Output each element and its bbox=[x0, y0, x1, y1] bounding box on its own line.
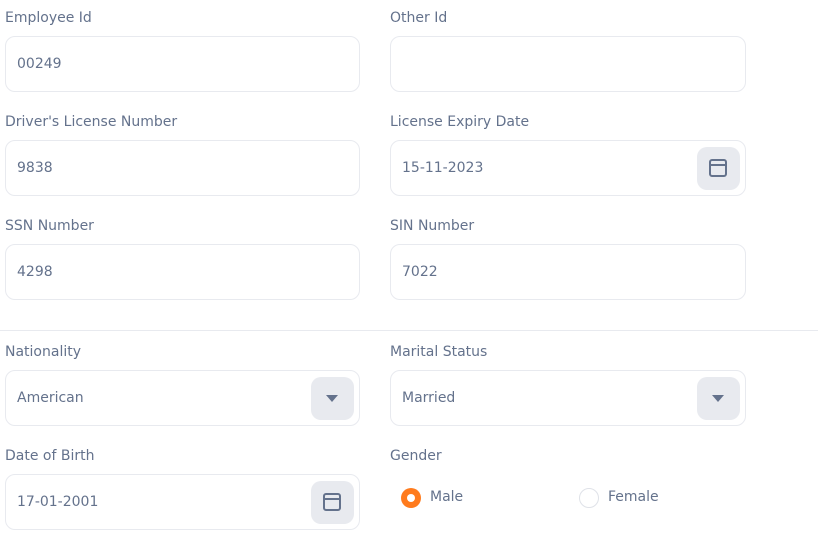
other-id-label: Other Id bbox=[390, 10, 448, 26]
other-id-field[interactable] bbox=[390, 36, 746, 92]
ssn-label: SSN Number bbox=[5, 218, 94, 234]
marital-status-select[interactable]: Married bbox=[390, 370, 746, 426]
marital-status-dropdown-button[interactable] bbox=[697, 377, 740, 420]
sin-field[interactable]: 7022 bbox=[390, 244, 746, 300]
license-expiry-date-picker-button[interactable] bbox=[697, 147, 740, 190]
date-of-birth-label: Date of Birth bbox=[5, 448, 95, 464]
ssn-field[interactable]: 4298 bbox=[5, 244, 360, 300]
drivers-license-label: Driver's License Number bbox=[5, 114, 178, 130]
ssn-value: 4298 bbox=[17, 264, 53, 280]
date-of-birth-value: 17-01-2001 bbox=[17, 494, 99, 510]
sin-label: SIN Number bbox=[390, 218, 475, 234]
gender-male-label[interactable]: Male bbox=[430, 487, 463, 507]
date-of-birth-field[interactable]: 17-01-2001 bbox=[5, 474, 360, 530]
drivers-license-field[interactable]: 9838 bbox=[5, 140, 360, 196]
date-of-birth-date-picker-button[interactable] bbox=[311, 481, 354, 524]
license-expiry-field[interactable]: 15-11-2023 bbox=[390, 140, 746, 196]
employee-id-field[interactable]: 00249 bbox=[5, 36, 360, 92]
gender-female-label[interactable]: Female bbox=[608, 487, 659, 507]
drivers-license-value: 9838 bbox=[17, 160, 53, 176]
license-expiry-value: 15-11-2023 bbox=[402, 160, 484, 176]
marital-status-value: Married bbox=[402, 390, 456, 406]
calendar-icon bbox=[709, 159, 727, 177]
caret-down-icon bbox=[712, 395, 724, 402]
calendar-icon bbox=[323, 493, 341, 511]
license-expiry-label: License Expiry Date bbox=[390, 114, 530, 130]
sin-value: 7022 bbox=[402, 264, 438, 280]
marital-status-label: Marital Status bbox=[390, 344, 488, 360]
employee-id-value: 00249 bbox=[17, 56, 62, 72]
gender-female-radio[interactable] bbox=[579, 488, 599, 508]
caret-down-icon bbox=[326, 395, 338, 402]
gender-label: Gender bbox=[390, 448, 442, 464]
section-divider bbox=[0, 330, 818, 331]
nationality-label: Nationality bbox=[5, 344, 82, 360]
nationality-dropdown-button[interactable] bbox=[311, 377, 354, 420]
gender-male-radio[interactable] bbox=[401, 488, 421, 508]
nationality-value: American bbox=[17, 390, 84, 406]
nationality-select[interactable]: American bbox=[5, 370, 360, 426]
employee-id-label: Employee Id bbox=[5, 10, 92, 26]
